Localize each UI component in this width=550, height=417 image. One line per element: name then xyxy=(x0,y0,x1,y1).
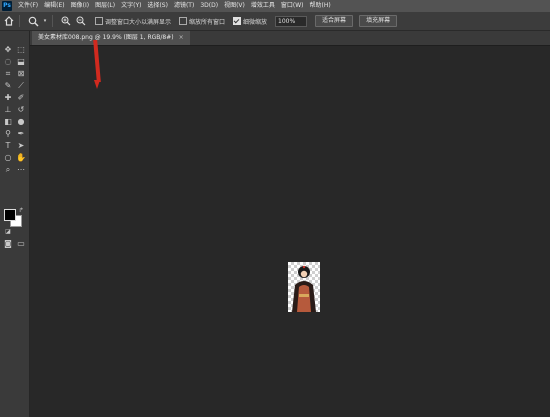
close-icon[interactable]: × xyxy=(179,31,184,45)
more-tools-icon[interactable]: ⋯ xyxy=(15,164,27,175)
history-brush-tool-icon[interactable]: ↺ xyxy=(15,104,27,115)
pen-tool-icon[interactable]: ✒ xyxy=(15,128,27,139)
ruler-tool-icon[interactable]: ⟋ xyxy=(15,80,27,91)
scrubby-zoom-option[interactable]: 细微缩放 xyxy=(233,17,267,26)
resize-windows-label: 调整窗口大小以满屏显示 xyxy=(105,18,172,26)
eraser-tool-icon[interactable]: ◧ xyxy=(2,116,14,127)
zoom-out-icon[interactable] xyxy=(75,15,87,27)
clone-stamp-tool-icon[interactable]: ⊥ xyxy=(2,104,14,115)
resize-windows-option[interactable]: 调整窗口大小以满屏显示 xyxy=(95,17,171,26)
menu-file[interactable]: 文件(F) xyxy=(15,0,41,12)
move-tool-icon[interactable]: ✥ xyxy=(2,44,14,55)
zoom-all-windows-checkbox[interactable] xyxy=(179,17,188,25)
hand-tool-icon[interactable]: ✋ xyxy=(15,152,27,163)
menu-type[interactable]: 文字(Y) xyxy=(118,0,144,12)
marquee-tool-icon[interactable]: ⬚ xyxy=(15,44,27,55)
zoom-tool-icon[interactable] xyxy=(27,15,39,27)
options-bar: ▾ 调整窗口大小以满屏显示 缩放所有窗口 细微缩放 100% 适合屏幕 填充屏幕 xyxy=(0,12,550,31)
eyedropper-tool-icon[interactable]: ✎ xyxy=(2,80,14,91)
tools-panel: ✥ ⬚ ◌ ⬓ ⌗ ⊠ ✎ ⟋ ✚ ✐ ⊥ ↺ ◧ ● ⚲ ✒ T ➤ ○ ✋ … xyxy=(0,31,30,417)
screen-mode-icon[interactable]: ▭ xyxy=(15,238,27,249)
menu-edit[interactable]: 编辑(E) xyxy=(41,0,67,12)
brush-tool-icon[interactable]: ✐ xyxy=(15,92,27,103)
menu-filter[interactable]: 滤镜(T) xyxy=(171,0,197,12)
zoom-percentage-field[interactable]: 100% xyxy=(275,15,308,27)
document-canvas-image[interactable] xyxy=(288,262,320,312)
menu-view[interactable]: 视图(V) xyxy=(221,0,248,12)
crop-tool-icon[interactable]: ⌗ xyxy=(2,68,14,79)
ellipse-tool-icon[interactable]: ○ xyxy=(2,152,14,163)
default-colors-icon[interactable]: ◪ xyxy=(2,226,14,237)
quick-mask-icon[interactable]: ◙ xyxy=(2,238,14,249)
zoom-all-windows-option[interactable]: 缩放所有窗口 xyxy=(179,17,225,26)
menu-help[interactable]: 帮助(H) xyxy=(307,0,334,12)
chevron-down-icon[interactable]: ▾ xyxy=(42,15,48,27)
menu-3d[interactable]: 3D(D) xyxy=(197,0,221,12)
dodge-tool-icon[interactable]: ⚲ xyxy=(2,128,14,139)
zoom-all-windows-label: 缩放所有窗口 xyxy=(189,18,226,26)
photoshop-logo: Ps xyxy=(2,1,12,11)
menu-bar: Ps 文件(F) 编辑(E) 图像(I) 图层(L) 文字(Y) 选择(S) 滤… xyxy=(0,0,550,12)
menu-plugins[interactable]: 增效工具 xyxy=(248,0,278,12)
swap-colors-icon[interactable]: ↱ xyxy=(15,205,27,216)
fit-screen-button[interactable]: 适合屏幕 xyxy=(315,15,354,27)
divider xyxy=(52,15,53,27)
path-select-tool-icon[interactable]: ➤ xyxy=(15,140,27,151)
portrait-figure-image xyxy=(292,265,316,312)
healing-brush-tool-icon[interactable]: ✚ xyxy=(2,92,14,103)
menu-layer[interactable]: 图层(L) xyxy=(92,0,118,12)
type-tool-icon[interactable]: T xyxy=(2,140,14,151)
object-select-tool-icon[interactable]: ⬓ xyxy=(15,56,27,67)
menu-select[interactable]: 选择(S) xyxy=(144,0,171,12)
zoom-in-icon[interactable] xyxy=(60,15,72,27)
canvas-area[interactable] xyxy=(30,46,550,417)
resize-windows-checkbox[interactable] xyxy=(95,17,103,25)
home-icon[interactable] xyxy=(3,15,15,27)
menu-window[interactable]: 窗口(W) xyxy=(278,0,307,12)
document-tab[interactable]: 美女素材库008.png @ 19.9% (图层 1, RGB/8#) × xyxy=(32,31,190,45)
scrubby-zoom-label: 细微缩放 xyxy=(243,18,268,26)
document-tab-title: 美女素材库008.png @ 19.9% (图层 1, RGB/8#) xyxy=(38,34,174,41)
zoom-icon[interactable]: ⌕ xyxy=(2,164,14,175)
menu-image[interactable]: 图像(I) xyxy=(68,0,92,12)
document-tab-bar: 美女素材库008.png @ 19.9% (图层 1, RGB/8#) × xyxy=(30,31,550,46)
annotation-arrow-tip xyxy=(94,80,100,89)
divider xyxy=(19,15,20,27)
scrubby-zoom-checkbox[interactable] xyxy=(233,17,242,25)
fill-screen-button[interactable]: 填充屏幕 xyxy=(359,15,398,27)
frame-tool-icon[interactable]: ⊠ xyxy=(15,68,27,79)
lasso-tool-icon[interactable]: ◌ xyxy=(2,56,14,67)
blur-tool-icon[interactable]: ● xyxy=(15,116,27,127)
